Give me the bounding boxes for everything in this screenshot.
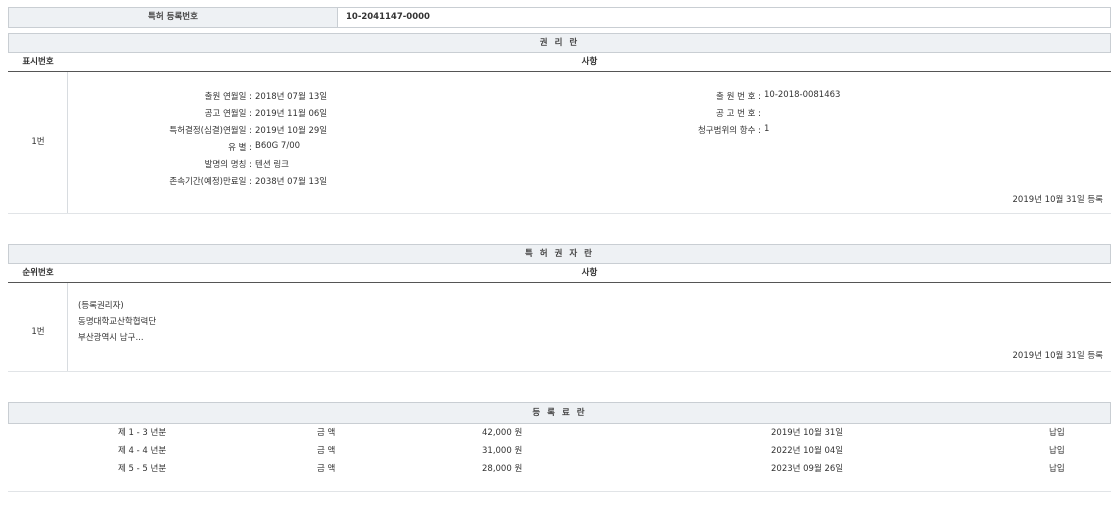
field-value-decision-date: 2019년 10월 29일: [255, 124, 327, 136]
fee-period: 제 1 - 3 년분: [118, 424, 166, 442]
fee-amount-label: 금 액: [317, 424, 335, 442]
field-label-decision-date: 특허결정(심결)연월일 :: [68, 124, 252, 136]
fee-date: 2019년 10월 31일: [771, 424, 843, 442]
field-label-claims: 청구범위의 항수 :: [568, 124, 761, 136]
fees-bottom-border: [8, 491, 1111, 492]
fee-date: 2023년 09월 26일: [771, 460, 843, 478]
fees-section: 등 록 료 란 제 1 - 3 년분 금 액 42,000 원 2019년 10…: [8, 402, 1111, 494]
patent-number-label: 특허 등록번호: [148, 12, 198, 22]
field-value-filing-date: 2018년 07월 13일: [255, 90, 327, 102]
holders-section: 특 허 권 자 란 순위번호 사항 1번 (등록권리자) 동명대학교산학협력단 …: [8, 244, 1111, 372]
rights-row-num: 1번: [8, 135, 68, 147]
fee-amount-label: 금 액: [317, 460, 335, 478]
rights-col-desc: 사항: [68, 53, 1111, 71]
rights-column-header: 표시번호 사항: [8, 53, 1111, 72]
patent-number-value: 10-2041147-0000: [346, 12, 430, 22]
holders-reg-date: 2019년 10월 31일 등록: [1013, 349, 1103, 361]
holders-col-desc: 사항: [68, 264, 1111, 282]
holders-name: 동명대학교산학협력단: [78, 315, 156, 327]
rights-col-num: 표시번호: [8, 53, 68, 71]
fee-row: 제 4 - 4 년분 금 액 31,000 원 2022년 10월 04일 납입: [8, 442, 1111, 460]
holders-address: 부산광역시 남구...: [78, 331, 144, 343]
field-label-class: 유 별 :: [68, 141, 252, 153]
field-value-claims: 1: [764, 124, 769, 134]
fee-status: 납입: [1049, 460, 1065, 478]
fee-period: 제 5 - 5 년분: [118, 460, 166, 478]
fee-status: 납입: [1049, 442, 1065, 460]
field-label-filing-date: 출원 연월일 :: [68, 90, 252, 102]
rights-header: 권 리 란: [8, 33, 1111, 53]
holders-header: 특 허 권 자 란: [8, 244, 1111, 264]
fee-date: 2022년 10월 04일: [771, 442, 843, 460]
holders-col-num: 순위번호: [8, 264, 68, 282]
field-label-pub-number: 공 고 번 호 :: [568, 107, 761, 119]
holders-column-header: 순위번호 사항: [8, 264, 1111, 283]
rights-row: 1번 출원 연월일 : 2018년 07월 13일 공고 연월일 : 2019년…: [8, 72, 1111, 214]
fee-amount: 42,000 원: [482, 424, 522, 442]
field-label-title: 발명의 명칭 :: [68, 158, 252, 170]
patent-number-value-cell: 10-2041147-0000: [338, 7, 1111, 28]
fee-amount-label: 금 액: [317, 442, 335, 460]
holders-row-num: 1번: [8, 325, 68, 337]
field-label-app-number: 출 원 번 호 :: [568, 90, 761, 102]
fee-period: 제 4 - 4 년분: [118, 442, 166, 460]
patent-number-bar: 특허 등록번호 10-2041147-0000: [8, 7, 1111, 28]
fee-row: 제 5 - 5 년분 금 액 28,000 원 2023년 09월 26일 납입: [8, 460, 1111, 478]
fee-row: 제 1 - 3 년분 금 액 42,000 원 2019년 10월 31일 납입: [8, 424, 1111, 442]
field-value-title: 텐션 링크: [255, 158, 289, 170]
field-value-expiry-date: 2038년 07월 13일: [255, 175, 327, 187]
fee-status: 납입: [1049, 424, 1065, 442]
rights-reg-date: 2019년 10월 31일 등록: [1013, 193, 1103, 205]
fees-header: 등 록 료 란: [8, 402, 1111, 424]
patent-number-label-cell: 특허 등록번호: [8, 7, 338, 28]
holders-role: (등록권리자): [78, 299, 124, 311]
holders-row: 1번 (등록권리자) 동명대학교산학협력단 부산광역시 남구... 2019년 …: [8, 283, 1111, 372]
field-value-class: B60G 7/00: [255, 141, 300, 151]
field-value-app-number: 10-2018-0081463: [764, 90, 840, 100]
field-label-expiry-date: 존속기간(예정)만료일 :: [68, 175, 252, 187]
field-label-pub-date: 공고 연월일 :: [68, 107, 252, 119]
fee-amount: 28,000 원: [482, 460, 522, 478]
rights-section: 권 리 란 표시번호 사항 1번 출원 연월일 : 2018년 07월 13일 …: [8, 33, 1111, 215]
fee-amount: 31,000 원: [482, 442, 522, 460]
field-value-pub-date: 2019년 11월 06일: [255, 107, 327, 119]
